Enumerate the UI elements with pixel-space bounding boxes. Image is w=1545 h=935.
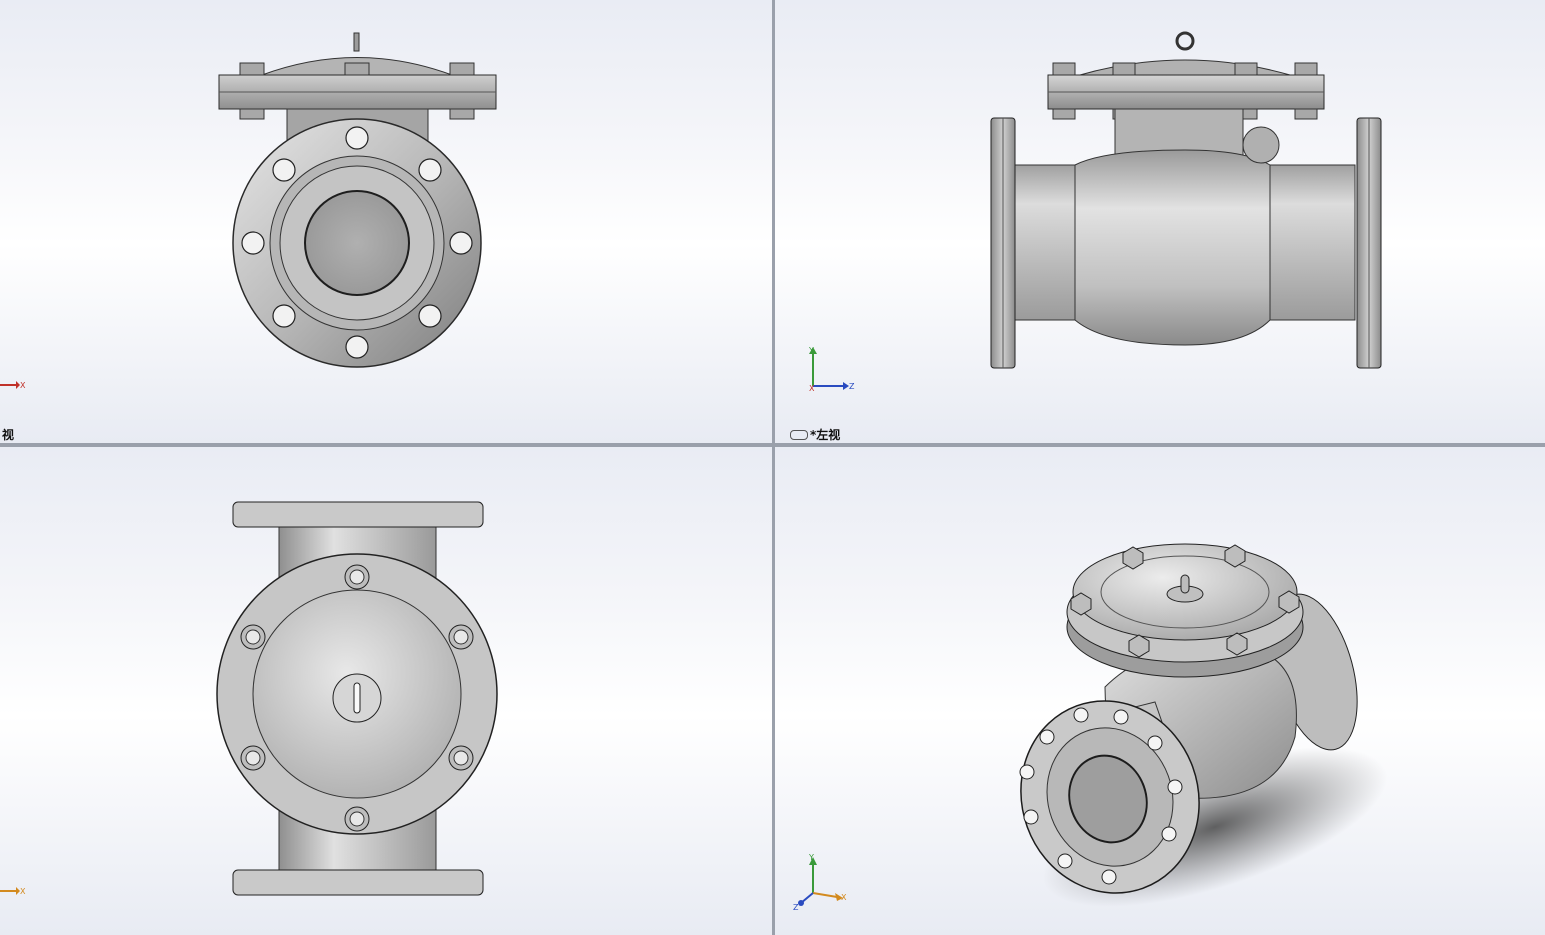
svg-text:X: X: [20, 887, 26, 896]
svg-text:Y: Y: [808, 346, 814, 355]
valve-front-view: [218, 32, 497, 368]
viewport-label: 视: [2, 428, 15, 442]
viewport-divider-vertical[interactable]: [772, 0, 775, 935]
viewport-divider-horizontal[interactable]: [0, 443, 1545, 447]
svg-text:Z: Z: [793, 903, 799, 911]
viewport-left[interactable]: Y Z X *左视: [775, 0, 1545, 443]
svg-text:Z: Z: [849, 382, 855, 391]
svg-text:X: X: [809, 384, 815, 392]
viewport-top[interactable]: X: [0, 447, 772, 935]
svg-text:X: X: [20, 381, 26, 390]
viewport-iso[interactable]: Y X Z: [775, 447, 1545, 935]
viewport-front[interactable]: X 视: [0, 0, 772, 443]
svg-text:X: X: [841, 893, 847, 902]
axis-triad-top: X: [0, 887, 26, 896]
valve-left-view: [990, 31, 1382, 369]
valve-iso-view: [1019, 543, 1388, 907]
valve-top-view: [216, 501, 498, 896]
viewport-label: *左视: [810, 428, 841, 442]
link-icon[interactable]: [790, 430, 808, 440]
axis-triad-iso: Y X Z: [793, 853, 847, 911]
axis-triad-left: Y Z X: [808, 346, 855, 392]
svg-text:Y: Y: [808, 853, 814, 862]
axis-triad-front: X: [0, 381, 26, 390]
